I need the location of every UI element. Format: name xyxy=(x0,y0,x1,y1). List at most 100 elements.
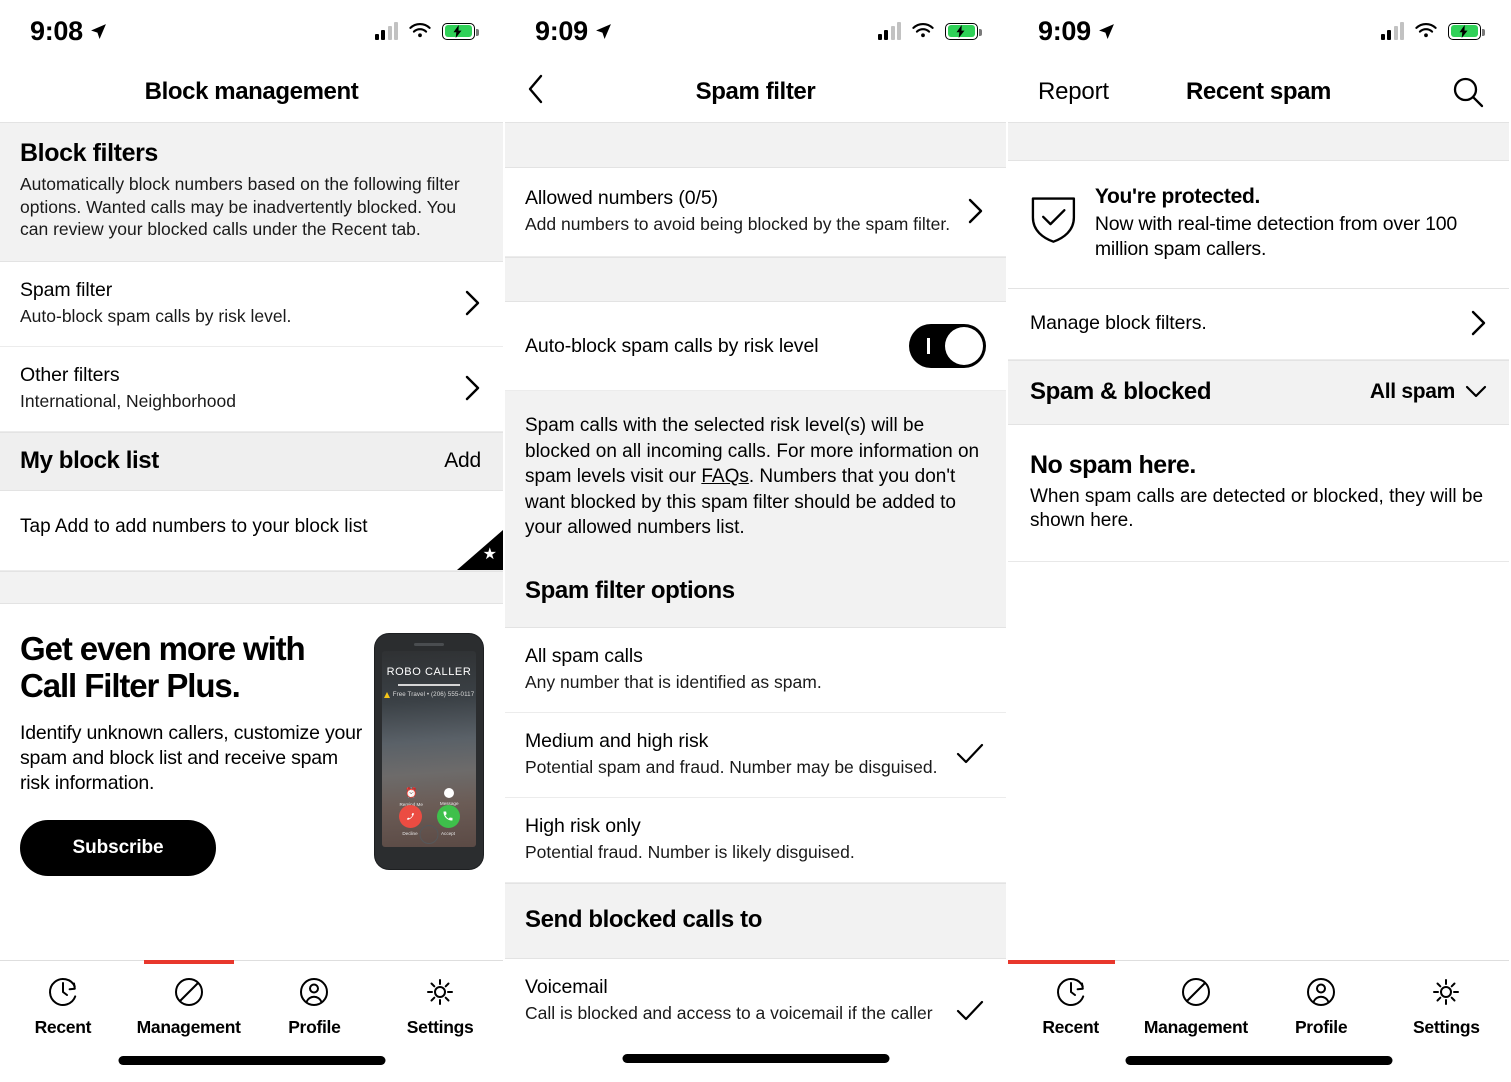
tab-profile[interactable]: Profile xyxy=(1259,961,1384,1049)
screen-spam-filter: 9:09 Spam filter Allowed numbers (0/5) A… xyxy=(503,0,1008,1082)
status-bar: 9:08 xyxy=(0,0,503,62)
tab-label: Settings xyxy=(406,1017,474,1037)
wifi-icon xyxy=(912,22,934,37)
page-title: Block management xyxy=(144,78,359,105)
tab-label: Management xyxy=(1143,1017,1248,1037)
list-item-other-filters[interactable]: Other filters International, Neighborhoo… xyxy=(0,346,503,432)
screen-recent-spam: 9:09 Report Recent spam You're protected… xyxy=(1008,0,1509,1082)
faqs-link[interactable]: FAQs xyxy=(701,466,749,487)
battery-charging-icon xyxy=(945,22,982,40)
search-button[interactable] xyxy=(1451,75,1485,109)
list-item-spam-filter[interactable]: Spam filter Auto-block spam calls by ris… xyxy=(0,261,503,347)
back-button[interactable] xyxy=(527,74,544,110)
row-title: Voicemail xyxy=(525,975,608,998)
subscribe-button[interactable]: Subscribe xyxy=(20,819,216,876)
report-button[interactable]: Report xyxy=(1038,78,1109,106)
cellular-signal-icon xyxy=(1380,21,1404,40)
option-high-risk-only[interactable]: High risk only Potential fraud. Number i… xyxy=(505,797,1006,883)
row-subtitle: Potential spam and fraud. Number may be … xyxy=(525,756,938,777)
manage-block-filters-row[interactable]: Manage block filters. xyxy=(1008,289,1509,360)
my-block-list-heading: My block list xyxy=(20,446,159,474)
battery-charging-icon xyxy=(442,22,479,40)
location-arrow-icon xyxy=(90,23,106,39)
spam-filter-dropdown[interactable]: All spam xyxy=(1370,380,1487,404)
nav-bar: Spam filter xyxy=(505,62,1006,123)
home-indicator xyxy=(118,1056,385,1065)
option-medium-and-high-risk[interactable]: Medium and high risk Potential spam and … xyxy=(505,712,1006,798)
row-title: Spam filter xyxy=(20,278,113,301)
star-icon: ★ xyxy=(457,529,503,570)
status-bar: 9:09 xyxy=(505,0,1006,62)
empty-body: When spam calls are detected or blocked,… xyxy=(1030,486,1484,531)
row-text: Voicemail Call is blocked and access to … xyxy=(525,976,940,1023)
chevron-right-icon xyxy=(465,290,480,315)
status-time-group: 9:09 xyxy=(1038,16,1115,47)
status-time-group: 9:08 xyxy=(30,16,107,47)
tab-label: Recent xyxy=(34,1017,92,1037)
row-subtitle: Any number that is identified as spam. xyxy=(525,671,822,692)
tab-bar: Recent Management Profile Settings xyxy=(0,960,503,1082)
empty-heading: No spam here. xyxy=(1030,451,1196,479)
shield-check-icon xyxy=(1031,197,1076,243)
tab-recent[interactable]: Recent xyxy=(0,961,126,1049)
tab-settings[interactable]: Settings xyxy=(1384,961,1509,1049)
row-title: Medium and high risk xyxy=(525,729,709,752)
location-arrow-icon xyxy=(1098,23,1114,39)
info-paragraph: Spam calls with the selected risk level(… xyxy=(525,413,984,541)
status-time: 9:09 xyxy=(1038,15,1091,46)
row-text: Other filters International, Neighborhoo… xyxy=(20,364,451,412)
autoblock-row[interactable]: Auto-block spam calls by risk level xyxy=(505,302,1006,391)
promo-image: ROBO CALLER Free Travel • (206) 555-0117… xyxy=(375,630,483,876)
tab-settings[interactable]: Settings xyxy=(377,961,503,1049)
block-filters-heading: Block filters xyxy=(20,139,158,167)
my-block-list-header: My block list Add xyxy=(0,431,503,491)
send-option-voicemail[interactable]: Voicemail Call is blocked and access to … xyxy=(505,957,1006,1023)
tab-profile[interactable]: Profile xyxy=(252,961,378,1049)
screen1-content: Block filters Automatically block number… xyxy=(0,123,503,960)
protected-banner: You're protected. Now with real-time det… xyxy=(1008,161,1509,289)
screenshot-triptych: 9:08 Block management Block filters Auto… xyxy=(0,0,1511,1082)
autoblock-toggle[interactable] xyxy=(909,324,986,368)
tab-management[interactable]: Management xyxy=(1133,961,1258,1049)
block-circle-icon xyxy=(1181,978,1210,1006)
clock-rotate-icon xyxy=(48,977,77,1006)
active-tab-indicator xyxy=(143,960,234,964)
status-time: 9:08 xyxy=(30,15,83,46)
option-all-spam-calls[interactable]: All spam calls Any number that is identi… xyxy=(505,626,1006,713)
protected-text: You're protected. Now with real-time det… xyxy=(1095,185,1489,262)
checkmark-icon xyxy=(956,1000,984,1020)
tab-label: Profile xyxy=(1294,1017,1348,1037)
page-title: Spam filter xyxy=(695,78,816,105)
list-item-allowed-numbers[interactable]: Allowed numbers (0/5) Add numbers to avo… xyxy=(505,168,1006,257)
row-subtitle: Potential fraud. Number is likely disgui… xyxy=(525,841,855,862)
section-gap-band xyxy=(505,257,1006,302)
mockup-caller-name: ROBO CALLER xyxy=(386,665,472,678)
chevron-down-icon xyxy=(1465,385,1487,398)
add-button[interactable]: Add xyxy=(444,449,481,473)
tab-label: Profile xyxy=(288,1017,341,1037)
tab-label: Recent xyxy=(1042,1017,1099,1037)
wifi-icon xyxy=(409,22,431,37)
block-filters-description: Automatically block numbers based on the… xyxy=(20,174,460,239)
send-heading: Send blocked calls to xyxy=(525,905,763,933)
wifi-icon xyxy=(1415,22,1437,37)
message-dot-icon xyxy=(444,787,455,798)
row-title: Other filters xyxy=(20,363,120,386)
battery-charging-icon xyxy=(1448,22,1485,40)
mockup-accept-label: Accept xyxy=(440,830,456,836)
status-indicators xyxy=(877,21,982,40)
status-time-group: 9:09 xyxy=(535,16,612,47)
status-indicators xyxy=(374,21,479,40)
nav-bar: Block management xyxy=(0,62,503,123)
tab-management[interactable]: Management xyxy=(126,960,252,1049)
tab-label: Settings xyxy=(1413,1017,1480,1037)
checkmark-icon xyxy=(956,743,984,763)
row-text: High risk only Potential fraud. Number i… xyxy=(525,815,984,863)
block-list-empty-text: Tap Add to add numbers to your block lis… xyxy=(20,515,368,537)
tab-recent[interactable]: Recent xyxy=(1008,960,1133,1049)
mockup-call-screen: ROBO CALLER Free Travel • (206) 555-0117… xyxy=(382,650,476,847)
warning-triangle-icon xyxy=(383,691,390,698)
autoblock-label: Auto-block spam calls by risk level xyxy=(525,334,819,357)
mockup-decline-action: Decline xyxy=(398,804,422,836)
row-text: Spam filter Auto-block spam calls by ris… xyxy=(20,279,451,327)
